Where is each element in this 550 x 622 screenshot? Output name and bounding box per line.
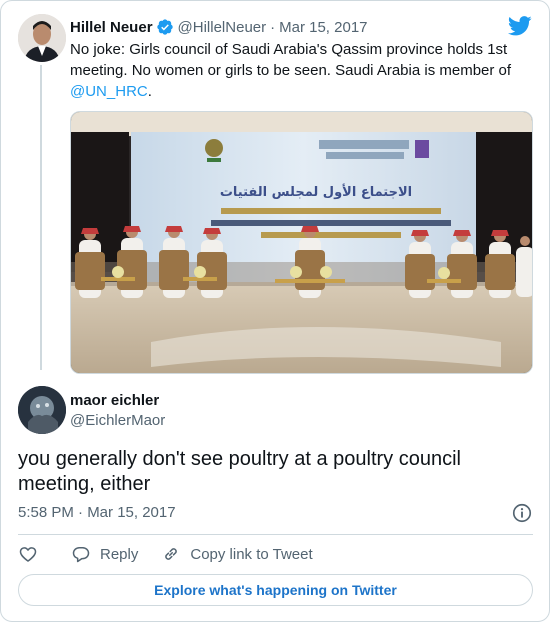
author-name[interactable]: maor eichler <box>70 392 159 409</box>
quoted-tweet-header: Hillel Neuer @HillelNeuer · Mar 15, 2017 <box>70 17 368 37</box>
thread-line <box>40 65 42 370</box>
tweet-date[interactable]: Mar 15, 2017 <box>279 19 367 36</box>
tweet-actions: Reply Copy link to Tweet <box>18 542 313 566</box>
author-name[interactable]: Hillel Neuer <box>70 19 153 36</box>
tweet-text: you generally don't see poultry at a pou… <box>18 448 461 495</box>
explore-twitter-button[interactable]: Explore what's happening on Twitter <box>18 574 533 606</box>
verified-badge-icon <box>156 19 173 35</box>
tweet-photo[interactable]: الاجتماع الأول لمجلس الفتيات <box>70 111 533 374</box>
reply-button[interactable]: Reply <box>71 544 138 564</box>
tweet-text-end: . <box>147 83 152 100</box>
avatar[interactable] <box>18 386 66 434</box>
heart-icon <box>19 547 37 562</box>
tweet-embed-card: Hillel Neuer @HillelNeuer · Mar 15, 2017… <box>0 0 550 622</box>
copy-link-label: Copy link to Tweet <box>190 545 313 563</box>
tweet-timestamp[interactable]: 5:58 PM · Mar 15, 2017 <box>18 504 176 521</box>
council-meeting-photo: الاجتماع الأول لمجلس الفتيات <box>71 112 532 373</box>
tweet-text-body: No joke: Girls council of Saudi Arabia's… <box>70 41 512 79</box>
author-handle[interactable]: @EichlerMaor <box>70 412 165 429</box>
banner-title: الاجتماع الأول لمجلس الفتيات <box>220 183 412 200</box>
divider <box>18 534 533 535</box>
quoted-tweet-text: No joke: Girls council of Saudi Arabia's… <box>70 39 530 102</box>
reply-bubble-icon <box>72 547 90 563</box>
twitter-bird-icon[interactable] <box>508 15 532 37</box>
copy-link-button[interactable]: Copy link to Tweet <box>161 544 313 564</box>
like-button[interactable] <box>18 544 38 564</box>
link-icon <box>165 548 178 560</box>
avatar[interactable] <box>18 14 66 62</box>
author-handle[interactable]: @HillelNeuer <box>178 19 267 36</box>
info-icon[interactable] <box>511 502 533 524</box>
mention-link[interactable]: @UN_HRC <box>70 83 148 100</box>
reply-label: Reply <box>100 545 139 563</box>
separator: · <box>270 18 276 36</box>
